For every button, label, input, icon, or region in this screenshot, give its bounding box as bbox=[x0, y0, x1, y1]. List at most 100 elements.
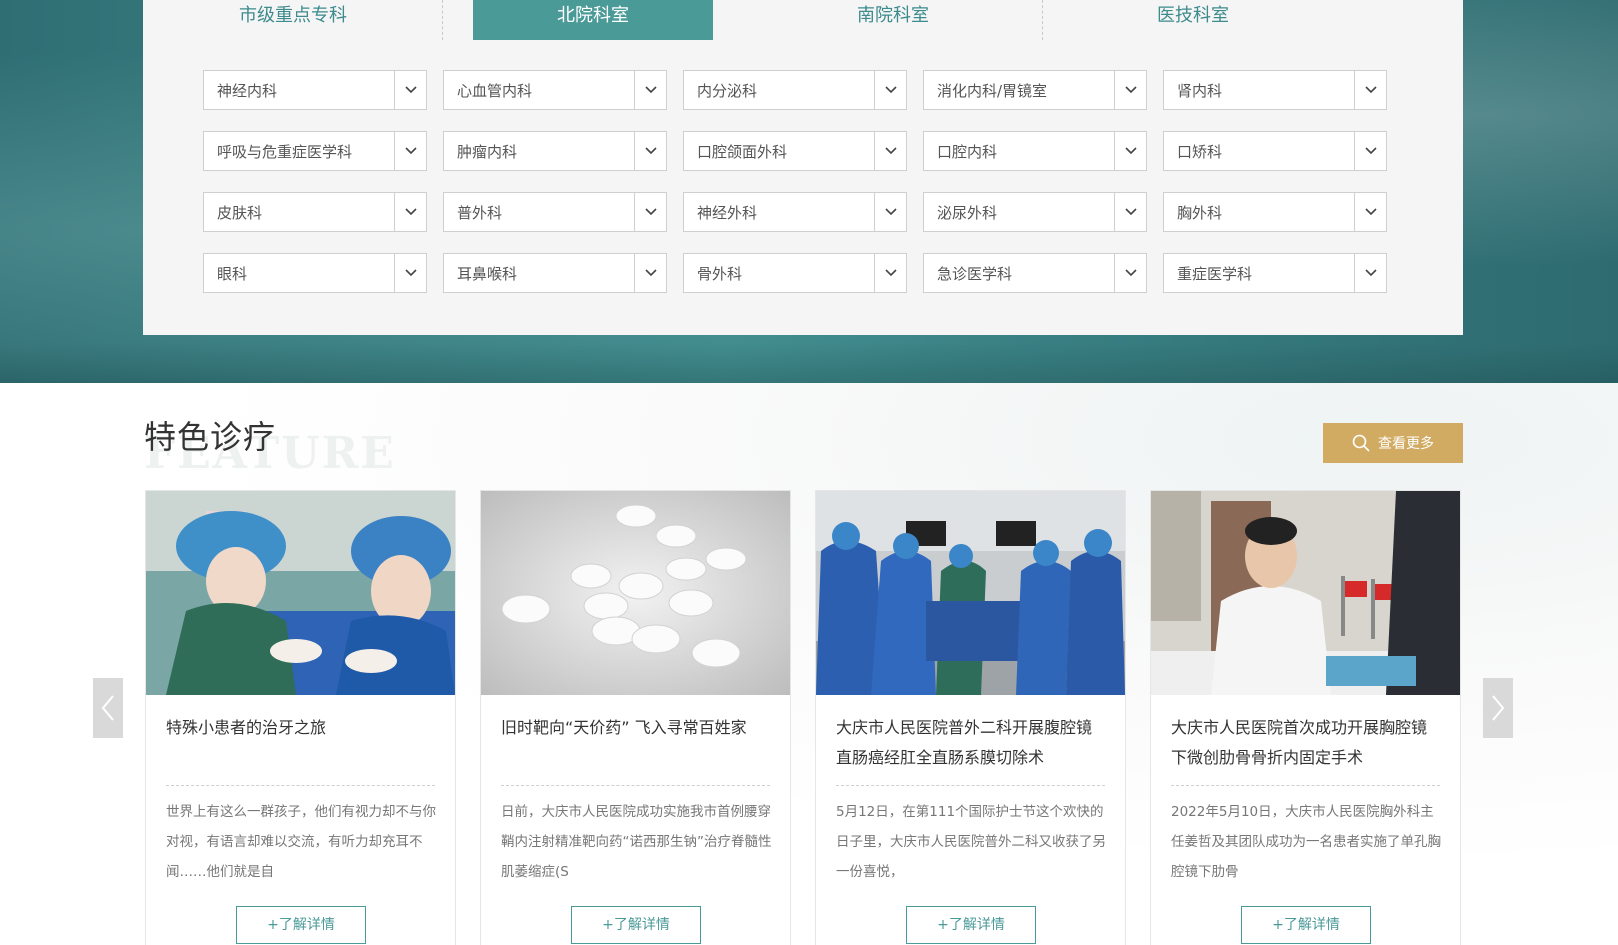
department-select[interactable]: 普外科 bbox=[443, 192, 667, 232]
carousel-next-button[interactable] bbox=[1483, 678, 1513, 738]
card-divider bbox=[501, 785, 770, 786]
chevron-down-icon[interactable] bbox=[394, 71, 426, 109]
department-select-label: 耳鼻喉科 bbox=[457, 264, 518, 283]
card-description: 日前，大庆市人民医院成功实施我市首例腰穿鞘内注射精准靶向药“诺西那生钠”治疗脊髓… bbox=[501, 804, 772, 880]
card-title[interactable]: 特殊小患者的治牙之旅 bbox=[166, 713, 436, 777]
chevron-down-icon[interactable] bbox=[634, 254, 666, 292]
department-select-label: 神经外科 bbox=[697, 203, 758, 222]
tab-south-campus[interactable]: 南院科室 bbox=[743, 0, 1043, 40]
department-select[interactable]: 神经外科 bbox=[683, 192, 907, 232]
card-title[interactable]: 大庆市人民医院普外二科开展腹腔镜直肠癌经肛全直肠系膜切除术 bbox=[836, 713, 1106, 777]
department-select-label: 消化内科/胃镜室 bbox=[937, 81, 1048, 100]
department-select-label: 肿瘤内科 bbox=[457, 142, 518, 161]
department-select-grid: 神经内科 心血管内科 内分泌科 消化内科/胃镜室 肾内科呼吸与危重症医学科 肿瘤内科 口腔颌… bbox=[203, 70, 1387, 293]
chevron-down-icon[interactable] bbox=[1354, 254, 1386, 292]
department-select[interactable]: 胸外科 bbox=[1163, 192, 1387, 232]
department-select-label: 急诊医学科 bbox=[937, 264, 1013, 283]
department-select[interactable]: 耳鼻喉科 bbox=[443, 253, 667, 293]
feature-cards: 特殊小患者的治牙之旅 世界上有这么一群孩子，他们有视力却不与你对视，有语言却难以… bbox=[145, 490, 1465, 945]
card-description: 5月12日，在第111个国际护士节这个欢快的日子里，大庆市人民医院普外二科又收获… bbox=[836, 804, 1106, 880]
card-image[interactable] bbox=[1151, 491, 1460, 695]
chevron-down-icon[interactable] bbox=[874, 254, 906, 292]
card-detail-button[interactable]: +了解详情 bbox=[1241, 906, 1371, 944]
carousel-prev-button[interactable] bbox=[93, 678, 123, 738]
department-select[interactable]: 眼科 bbox=[203, 253, 427, 293]
department-select[interactable]: 呼吸与危重症医学科 bbox=[203, 131, 427, 171]
chevron-down-icon[interactable] bbox=[874, 193, 906, 231]
card-divider bbox=[1171, 785, 1440, 786]
department-select[interactable]: 口腔内科 bbox=[923, 131, 1147, 171]
department-select-label: 口矫科 bbox=[1177, 142, 1223, 161]
card-divider bbox=[836, 785, 1105, 786]
tab-medical-technology[interactable]: 医技科室 bbox=[1043, 0, 1343, 40]
chevron-down-icon[interactable] bbox=[874, 71, 906, 109]
department-select[interactable]: 重症医学科 bbox=[1163, 253, 1387, 293]
view-more-label: 查看更多 bbox=[1378, 436, 1434, 452]
chevron-down-icon[interactable] bbox=[1354, 193, 1386, 231]
search-icon bbox=[1352, 434, 1370, 452]
department-select-label: 呼吸与危重症医学科 bbox=[217, 142, 353, 161]
chevron-down-icon[interactable] bbox=[634, 132, 666, 170]
department-select[interactable]: 急诊医学科 bbox=[923, 253, 1147, 293]
chevron-down-icon[interactable] bbox=[874, 132, 906, 170]
card-detail-button[interactable]: +了解详情 bbox=[571, 906, 701, 944]
chevron-down-icon[interactable] bbox=[1354, 71, 1386, 109]
department-select-label: 胸外科 bbox=[1177, 203, 1223, 222]
departments-panel: 市级重点专科 北院科室 南院科室 医技科室 神经内科 心血管内科 内分泌科 消化内科/… bbox=[143, 0, 1463, 335]
chevron-down-icon[interactable] bbox=[394, 193, 426, 231]
department-select-label: 肾内科 bbox=[1177, 81, 1223, 100]
department-select[interactable]: 心血管内科 bbox=[443, 70, 667, 110]
feature-card[interactable]: 特殊小患者的治牙之旅 世界上有这么一群孩子，他们有视力却不与你对视，有语言却难以… bbox=[145, 490, 456, 945]
card-title[interactable]: 旧时靶向“天价药” 飞入寻常百姓家 bbox=[501, 713, 771, 777]
view-more-button[interactable]: 查看更多 bbox=[1323, 423, 1463, 463]
card-detail-button[interactable]: +了解详情 bbox=[236, 906, 366, 944]
card-divider bbox=[166, 785, 435, 786]
chevron-down-icon[interactable] bbox=[1114, 132, 1146, 170]
department-select-label: 皮肤科 bbox=[217, 203, 263, 222]
department-select[interactable]: 内分泌科 bbox=[683, 70, 907, 110]
card-image[interactable] bbox=[146, 491, 455, 695]
departments-banner: 市级重点专科 北院科室 南院科室 医技科室 神经内科 心血管内科 内分泌科 消化内科/… bbox=[0, 0, 1618, 383]
chevron-left-icon bbox=[101, 695, 114, 721]
chevron-down-icon[interactable] bbox=[634, 71, 666, 109]
tab-north-campus[interactable]: 北院科室 bbox=[473, 0, 713, 40]
card-detail-button[interactable]: +了解详情 bbox=[906, 906, 1036, 944]
chevron-down-icon[interactable] bbox=[634, 193, 666, 231]
department-select-label: 重症医学科 bbox=[1177, 264, 1253, 283]
chevron-down-icon[interactable] bbox=[1114, 254, 1146, 292]
department-select-label: 口腔内科 bbox=[937, 142, 998, 161]
department-select-label: 泌尿外科 bbox=[937, 203, 998, 222]
department-select-label: 眼科 bbox=[217, 264, 248, 283]
department-select[interactable]: 骨外科 bbox=[683, 253, 907, 293]
chevron-right-icon bbox=[1492, 695, 1505, 721]
card-image[interactable] bbox=[816, 491, 1125, 695]
department-select-label: 骨外科 bbox=[697, 264, 743, 283]
department-select[interactable]: 肿瘤内科 bbox=[443, 131, 667, 171]
department-select[interactable]: 口腔颌面外科 bbox=[683, 131, 907, 171]
feature-card[interactable]: 大庆市人民医院普外二科开展腹腔镜直肠癌经肛全直肠系膜切除术 5月12日，在第11… bbox=[815, 490, 1126, 945]
department-select-label: 普外科 bbox=[457, 203, 503, 222]
department-select[interactable]: 神经内科 bbox=[203, 70, 427, 110]
department-select[interactable]: 泌尿外科 bbox=[923, 192, 1147, 232]
chevron-down-icon[interactable] bbox=[1114, 193, 1146, 231]
feature-card[interactable]: 大庆市人民医院首次成功开展胸腔镜下微创肋骨骨折内固定手术 2022年5月10日，… bbox=[1150, 490, 1461, 945]
chevron-down-icon[interactable] bbox=[1354, 132, 1386, 170]
chevron-down-icon[interactable] bbox=[394, 132, 426, 170]
department-select[interactable]: 消化内科/胃镜室 bbox=[923, 70, 1147, 110]
department-select[interactable]: 皮肤科 bbox=[203, 192, 427, 232]
chevron-down-icon[interactable] bbox=[1114, 71, 1146, 109]
tab-key-specialties[interactable]: 市级重点专科 bbox=[143, 0, 443, 40]
section-title: 特色诊疗 bbox=[144, 418, 277, 456]
department-select-label: 口腔颌面外科 bbox=[697, 142, 788, 161]
department-select-label: 心血管内科 bbox=[457, 81, 533, 100]
feature-card[interactable]: 旧时靶向“天价药” 飞入寻常百姓家 日前，大庆市人民医院成功实施我市首例腰穿鞘内… bbox=[480, 490, 791, 945]
department-tabs: 市级重点专科 北院科室 南院科室 医技科室 bbox=[143, 0, 1463, 40]
card-description: 2022年5月10日，大庆市人民医院胸外科主任姜哲及其团队成功为一名患者实施了单… bbox=[1171, 804, 1441, 880]
chevron-down-icon[interactable] bbox=[394, 254, 426, 292]
department-select[interactable]: 肾内科 bbox=[1163, 70, 1387, 110]
card-image[interactable] bbox=[481, 491, 790, 695]
department-select-label: 神经内科 bbox=[217, 81, 278, 100]
card-title[interactable]: 大庆市人民医院首次成功开展胸腔镜下微创肋骨骨折内固定手术 bbox=[1171, 713, 1441, 777]
card-description: 世界上有这么一群孩子，他们有视力却不与你对视，有语言却难以交流，有听力却充耳不闻… bbox=[166, 804, 436, 880]
department-select[interactable]: 口矫科 bbox=[1163, 131, 1387, 171]
